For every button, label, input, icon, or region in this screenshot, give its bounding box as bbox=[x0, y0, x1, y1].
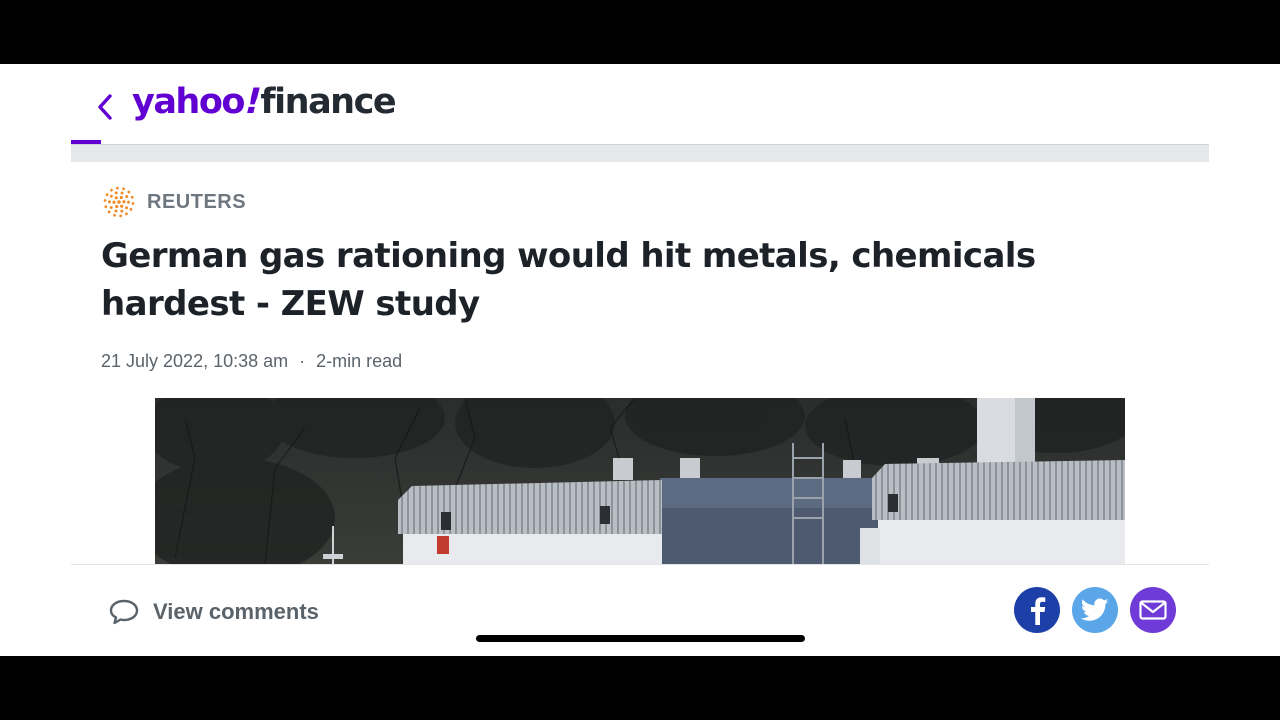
email-icon bbox=[1139, 600, 1167, 620]
logo-yahoo: yahoo bbox=[132, 82, 245, 122]
industrial-plant-photo bbox=[155, 398, 1125, 564]
share-email-button[interactable] bbox=[1130, 587, 1176, 633]
article-date: 21 July 2022, 10:38 am bbox=[101, 351, 289, 371]
meta-separator: · bbox=[299, 351, 306, 371]
share-twitter-button[interactable] bbox=[1072, 587, 1118, 633]
logo-finance: finance bbox=[260, 82, 396, 122]
read-time: 2-min read bbox=[316, 351, 403, 371]
article-action-bar: View comments bbox=[71, 564, 1209, 656]
share-facebook-button[interactable] bbox=[1014, 587, 1060, 633]
article-provider[interactable]: REUTERS bbox=[101, 185, 246, 219]
nav-bar bbox=[71, 144, 1209, 162]
twitter-icon bbox=[1081, 598, 1109, 621]
view-comments-label: View comments bbox=[153, 599, 319, 624]
back-button[interactable] bbox=[90, 90, 120, 124]
article-headline: German gas rationing would hit metals, c… bbox=[101, 236, 1036, 324]
reuters-logo-icon bbox=[103, 186, 135, 218]
yahoo-finance-logo[interactable]: yahoo!finance bbox=[132, 80, 397, 124]
home-indicator[interactable] bbox=[476, 635, 805, 642]
article-screen: yahoo!finance REUTERS German gas rationi… bbox=[0, 64, 1280, 656]
article-meta: 21 July 2022, 10:38 am · 2-min read bbox=[101, 351, 402, 372]
app-header: yahoo!finance bbox=[0, 64, 1280, 144]
article-hero-image bbox=[155, 398, 1125, 564]
facebook-icon bbox=[1031, 597, 1046, 625]
view-comments-button[interactable]: View comments bbox=[109, 595, 319, 629]
chevron-left-icon bbox=[98, 94, 112, 120]
comment-bubble-icon bbox=[109, 599, 139, 625]
provider-name: REUTERS bbox=[147, 190, 247, 213]
